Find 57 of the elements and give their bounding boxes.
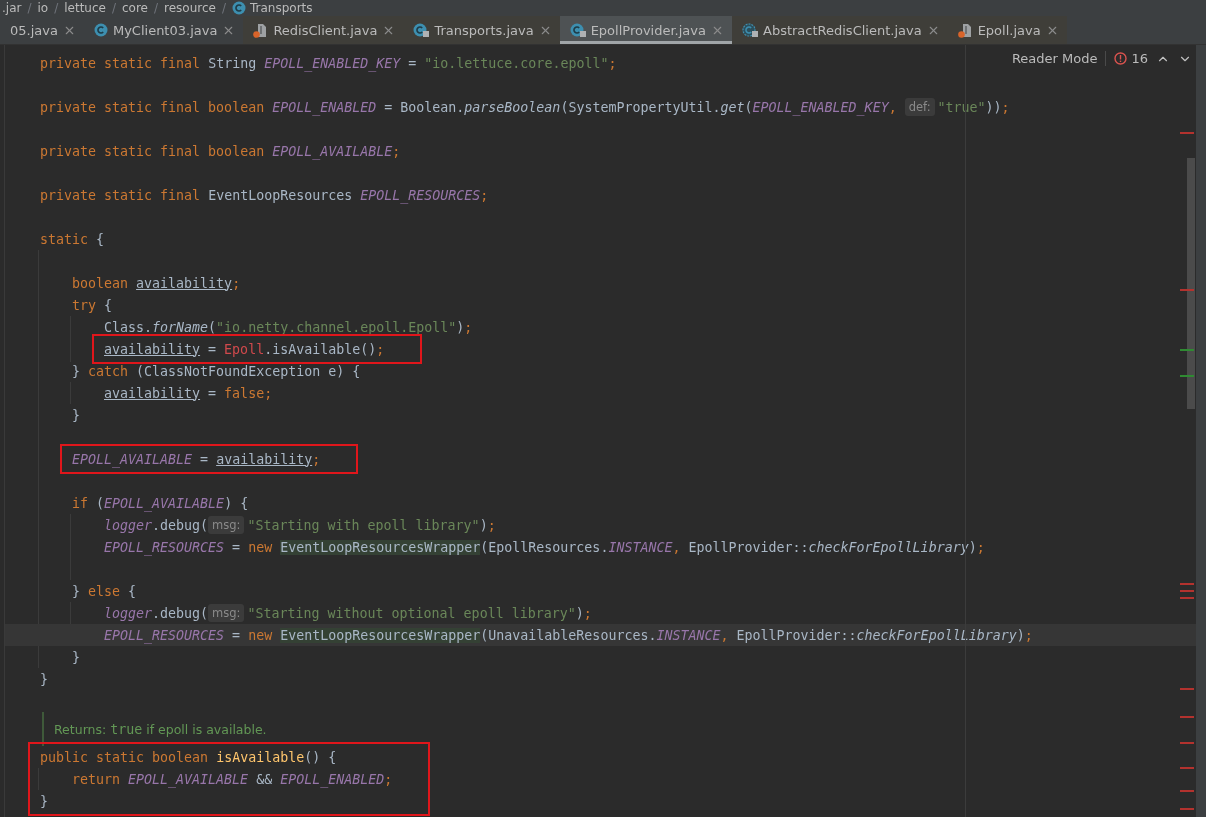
editor-tab[interactable]: Transports.java [403, 16, 560, 44]
breadcrumb-item[interactable]: Transports [250, 0, 313, 16]
code-line: return EPOLL_AVAILABLE && EPOLL_ENABLED; [72, 771, 393, 787]
breadcrumb-separator: / [111, 0, 116, 16]
breadcrumb-item[interactable]: .jar [2, 0, 22, 16]
breadcrumb-separator: / [27, 0, 32, 16]
breadcrumb-item[interactable]: core [122, 0, 148, 16]
breadcrumb-separator: / [154, 0, 159, 16]
code-line: boolean availability; [72, 275, 241, 291]
error-count-button[interactable]: 16 [1114, 51, 1148, 66]
inlay-hint: msg: [208, 516, 245, 534]
code-line: EPOLL_RESOURCES = new EventLoopResourcesWrapper(EpollResources.INSTANCE, EpollProvider::checkForEpollLibrary); [104, 539, 985, 555]
code-line: public static boolean isAvailable() { [40, 749, 337, 765]
code-line: try { [72, 297, 113, 313]
code-line: Class.forName("io.netty.channel.epoll.Epoll"); [104, 319, 473, 335]
scrollbar-thumb[interactable] [1187, 158, 1195, 409]
code-line: } [40, 671, 48, 687]
code-line: private static final String EPOLL_ENABLED_KEY = "io.lettuce.core.epoll"; [40, 55, 617, 71]
breadcrumb-item[interactable]: resource [164, 0, 216, 16]
code-text: "Starting without optional epoll library"); [247, 605, 592, 621]
class-icon [232, 1, 246, 15]
code-line: availability = Epoll.isAvailable(); [104, 341, 385, 357]
error-icon [1114, 52, 1128, 65]
code-line: } catch (ClassNotFoundException e) { [72, 363, 361, 379]
code-text: "true")); [937, 99, 1010, 115]
code-line: } [72, 407, 80, 423]
code-line: EPOLL_RESOURCES = new EventLoopResourcesWrapper(UnavailableResources.INSTANCE, EpollProvider::checkForEpollLibrary); [104, 627, 1033, 643]
locked-class-icon [569, 23, 586, 37]
code-line: private static final EventLoopResources EPOLL_RESOURCES; [40, 187, 489, 203]
code-text: private static final boolean EPOLL_ENABLED = Boolean.parseBoolean(SystemPropertyUtil.get(EPOLL_ENABLED_KEY, [40, 99, 898, 115]
editor-tab[interactable]: RedisClient.java [243, 16, 404, 44]
breadcrumb-item[interactable]: io [37, 0, 49, 16]
code-line: static { [40, 231, 105, 247]
code-line: } [40, 793, 48, 809]
breadcrumb-separator: / [54, 0, 59, 16]
abstract-class-icon [742, 23, 758, 37]
inlay-hint: msg: [208, 604, 245, 622]
code-text: logger.debug( [104, 605, 209, 621]
code-text: logger.debug( [104, 517, 209, 533]
code-line: private static final boolean EPOLL_AVAILABLE; [40, 143, 401, 159]
inlay-hint: def: [904, 98, 935, 116]
code-line: } else { [72, 583, 137, 599]
reader-mode-button[interactable]: Reader Mode [1011, 51, 1107, 66]
breadcrumb-item[interactable]: lettuce [64, 0, 106, 16]
code-line: if (EPOLL_AVAILABLE) { [72, 495, 249, 511]
editor-tab[interactable]: EpollProvider.java [559, 16, 732, 44]
code-line: } [72, 649, 80, 665]
code-line: availability = false; [104, 385, 273, 401]
library-file-icon [253, 22, 269, 38]
library-file-icon [957, 22, 973, 38]
class-icon [93, 23, 108, 37]
editor-tab[interactable]: Epoll.java [947, 16, 1067, 44]
breadcrumb-separator: / [221, 0, 226, 16]
editor-tab[interactable]: AbstractRedisClient.java [732, 16, 948, 44]
locked-class-icon [413, 23, 430, 37]
code-text: "Starting with epoll library"); [247, 517, 496, 533]
code-line: EPOLL_AVAILABLE = availability; [72, 451, 321, 467]
